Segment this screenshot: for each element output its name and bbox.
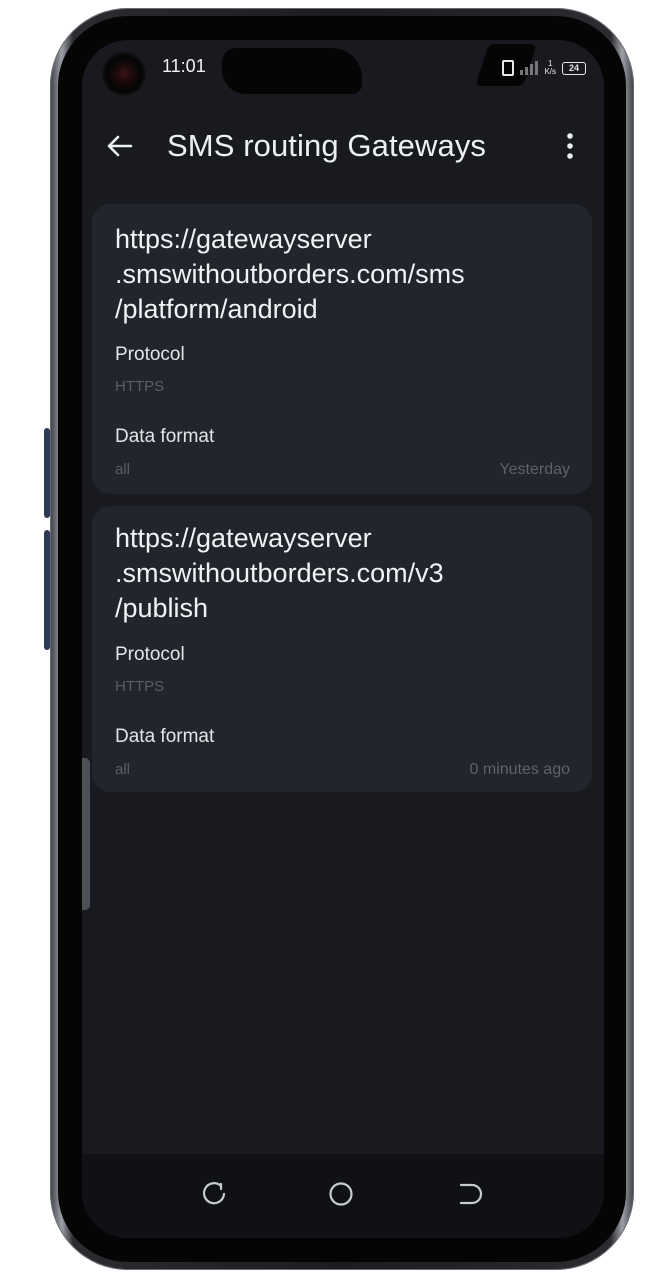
arrow-left-icon[interactable] <box>104 130 136 162</box>
signal-icon <box>520 61 539 75</box>
recents-icon[interactable] <box>194 1174 234 1214</box>
battery-icon: 24 <box>562 61 586 75</box>
protocol-value: HTTPS <box>115 678 165 695</box>
more-vert-icon[interactable] <box>554 130 586 162</box>
data-format-value: all <box>115 761 131 778</box>
nav-back-icon[interactable] <box>448 1174 488 1214</box>
gateway-url-line: .smswithoutborders.com/sms <box>115 259 465 289</box>
home-circle-icon[interactable] <box>321 1174 361 1214</box>
page-title: SMS routing Gateways <box>167 128 487 163</box>
gateway-url-line: /publish <box>115 593 209 623</box>
protocol-label: Protocol <box>115 344 185 365</box>
gateway-card[interactable]: https://gatewayserver .smswithoutborders… <box>92 204 592 494</box>
protocol-value: HTTPS <box>115 378 165 395</box>
protocol-label: Protocol <box>115 644 185 665</box>
gateway-url-line: https://gatewayserver <box>115 523 372 553</box>
redacted-notification-area <box>222 48 362 94</box>
data-format-label: Data format <box>115 426 215 447</box>
vibrate-icon <box>502 60 515 76</box>
gateway-card[interactable]: https://gatewayserver .smswithoutborders… <box>92 506 592 792</box>
gateway-url-line: .smswithoutborders.com/v3 <box>115 558 444 588</box>
status-bar: 11:01 1 K/s 24 <box>82 40 604 104</box>
system-nav-bar <box>82 1154 604 1238</box>
status-icons: 1 K/s 24 <box>502 58 586 78</box>
data-format-value: all <box>115 461 131 478</box>
battery-level: 24 <box>568 62 579 73</box>
power-button <box>44 530 50 650</box>
screen: 11:01 1 K/s 24 SMS routing Gateways http… <box>82 40 604 1238</box>
network-speed-icon: 1 K/s <box>544 60 556 76</box>
front-camera <box>104 54 144 94</box>
gateway-url-line: https://gatewayserver <box>115 224 372 254</box>
gateway-timestamp: Yesterday <box>499 461 570 478</box>
volume-button <box>44 428 50 518</box>
scroll-indicator[interactable] <box>82 758 90 910</box>
gateway-timestamp: 0 minutes ago <box>469 761 570 778</box>
data-format-label: Data format <box>115 726 215 747</box>
app-bar: SMS routing Gateways <box>82 112 604 180</box>
gateway-url-line: /platform/android <box>115 294 318 324</box>
network-speed-unit: K/s <box>544 67 556 76</box>
status-time: 11:01 <box>162 56 206 76</box>
